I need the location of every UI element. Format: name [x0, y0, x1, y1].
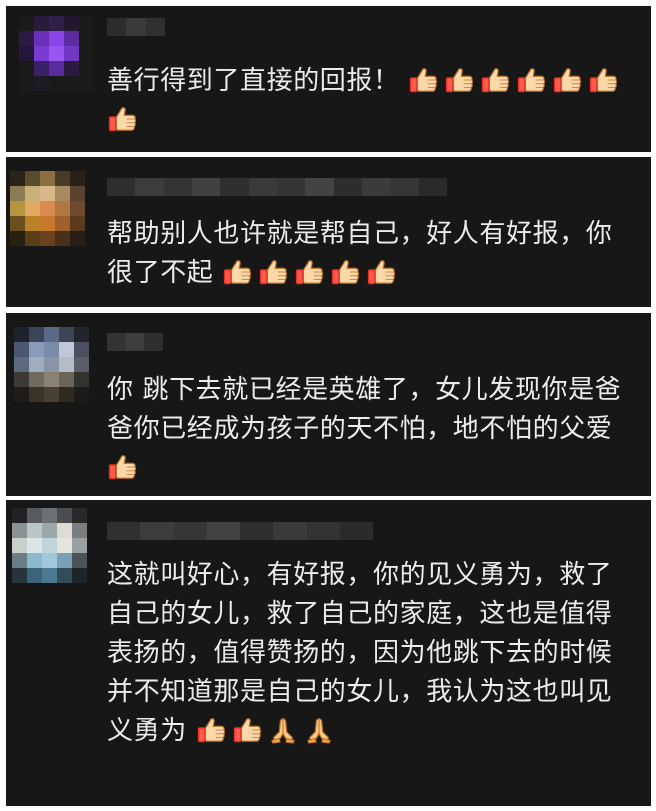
comment-card: 这就叫好心，有好报，你的见义勇为，救了自己的女儿，救了自己的家庭，这也是值得表扬…: [6, 500, 651, 806]
thumbs-up-icon: [294, 257, 324, 287]
thumbs-up-icon: [330, 257, 360, 287]
comment-text: 这就叫好心，有好报，你的见义勇为，救了自己的女儿，救了自己的家庭，这也是值得表扬…: [107, 560, 613, 746]
thumbs-up-icon: [444, 65, 474, 95]
thumbs-up-icon: [480, 65, 510, 95]
username[interactable]: [107, 18, 165, 36]
comment-card: 帮助别人也许就是帮自己，好人有好报，你很了不起: [6, 157, 651, 307]
avatar[interactable]: [14, 327, 89, 402]
comment-text: 善行得到了直接的回报！: [107, 62, 629, 140]
thumbs-up-icon: [366, 257, 396, 287]
thumbs-up-icon: [196, 715, 226, 745]
thumbs-up-icon: [222, 257, 252, 287]
thumbs-up-icon: [107, 104, 137, 134]
reaction-emojis: [196, 716, 340, 746]
thumbs-up-icon: [408, 65, 438, 95]
reaction-emojis: [107, 453, 143, 483]
comment-text: 你 跳下去就已经是英雄了，女儿发现你是爸爸你已经成为孩子的天不怕，地不怕的父爱: [107, 371, 629, 488]
avatar[interactable]: [12, 508, 87, 583]
avatar[interactable]: [10, 171, 85, 246]
comment-text: 帮助别人也许就是帮自己，好人有好报，你很了不起: [107, 219, 613, 288]
thumbs-up-icon: [552, 65, 582, 95]
thumbs-up-icon: [588, 65, 618, 95]
comment-card: 你 跳下去就已经是英雄了，女儿发现你是爸爸你已经成为孩子的天不怕，地不怕的父爱: [6, 313, 651, 496]
username[interactable]: [107, 522, 373, 540]
thumbs-up-icon: [516, 65, 546, 95]
thumbs-up-icon: [107, 452, 137, 482]
reaction-emojis: [222, 258, 402, 288]
folded-hands-icon: [304, 715, 334, 745]
thumbs-up-icon: [258, 257, 288, 287]
username[interactable]: [107, 178, 447, 196]
thumbs-up-icon: [232, 715, 262, 745]
comment-card: 善行得到了直接的回报！: [6, 6, 651, 152]
username[interactable]: [107, 333, 164, 351]
folded-hands-icon: [268, 715, 298, 745]
avatar[interactable]: [19, 16, 94, 91]
